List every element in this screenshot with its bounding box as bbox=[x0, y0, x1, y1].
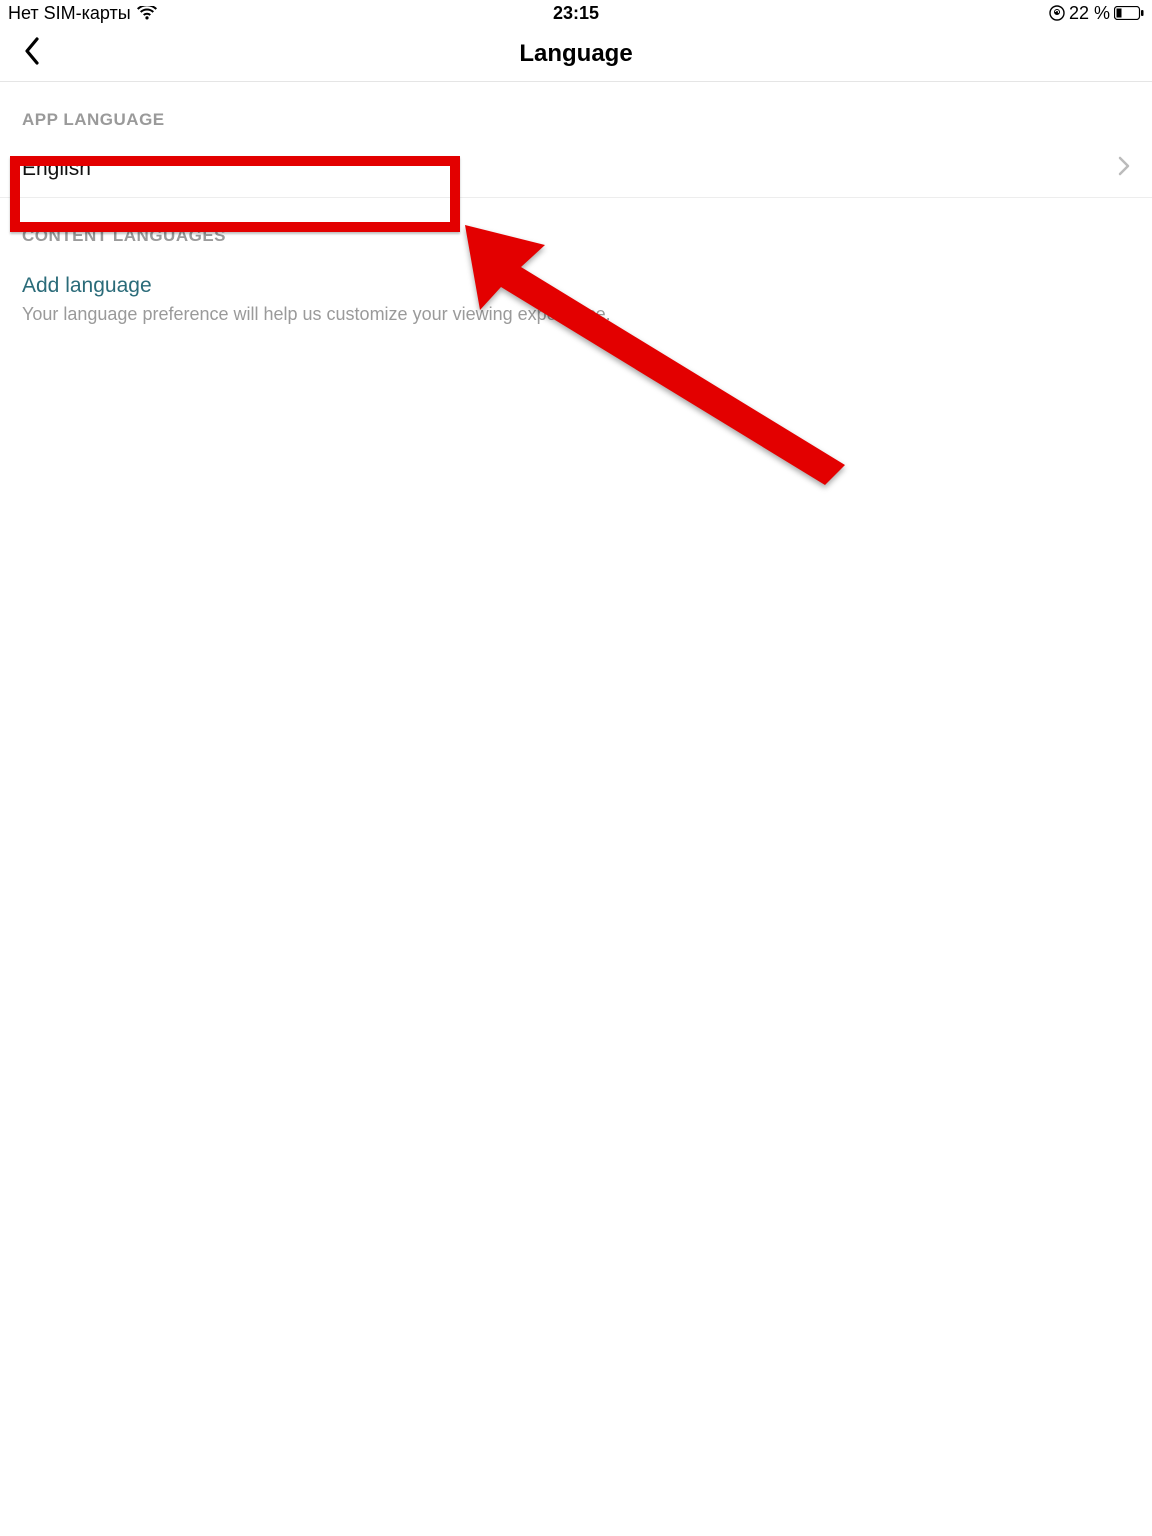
nav-bar: Language bbox=[0, 26, 1152, 82]
content-area: APP LANGUAGE English CONTENT LANGUAGES A… bbox=[0, 82, 1152, 325]
status-right: 22 % bbox=[1049, 3, 1144, 24]
status-sim-text: Нет SIM-карты bbox=[8, 3, 131, 24]
wifi-icon bbox=[137, 6, 157, 21]
section-header-content-languages: CONTENT LANGUAGES bbox=[0, 198, 1152, 256]
battery-icon bbox=[1114, 6, 1144, 20]
status-time: 23:15 bbox=[553, 3, 599, 24]
status-battery-text: 22 % bbox=[1069, 3, 1110, 24]
app-language-value: English bbox=[22, 157, 91, 181]
chevron-left-icon bbox=[23, 37, 41, 70]
content-language-hint: Your language preference will help us cu… bbox=[0, 302, 1152, 325]
add-language-link[interactable]: Add language bbox=[0, 256, 1152, 302]
back-button[interactable] bbox=[8, 30, 56, 78]
status-left: Нет SIM-карты bbox=[8, 3, 157, 24]
chevron-right-icon bbox=[1118, 156, 1130, 181]
rotation-lock-icon bbox=[1049, 5, 1065, 21]
section-header-app-language: APP LANGUAGE bbox=[0, 82, 1152, 140]
app-language-row[interactable]: English bbox=[0, 140, 1152, 198]
status-bar: Нет SIM-карты 23:15 22 % bbox=[0, 0, 1152, 26]
page-title: Language bbox=[519, 40, 632, 68]
